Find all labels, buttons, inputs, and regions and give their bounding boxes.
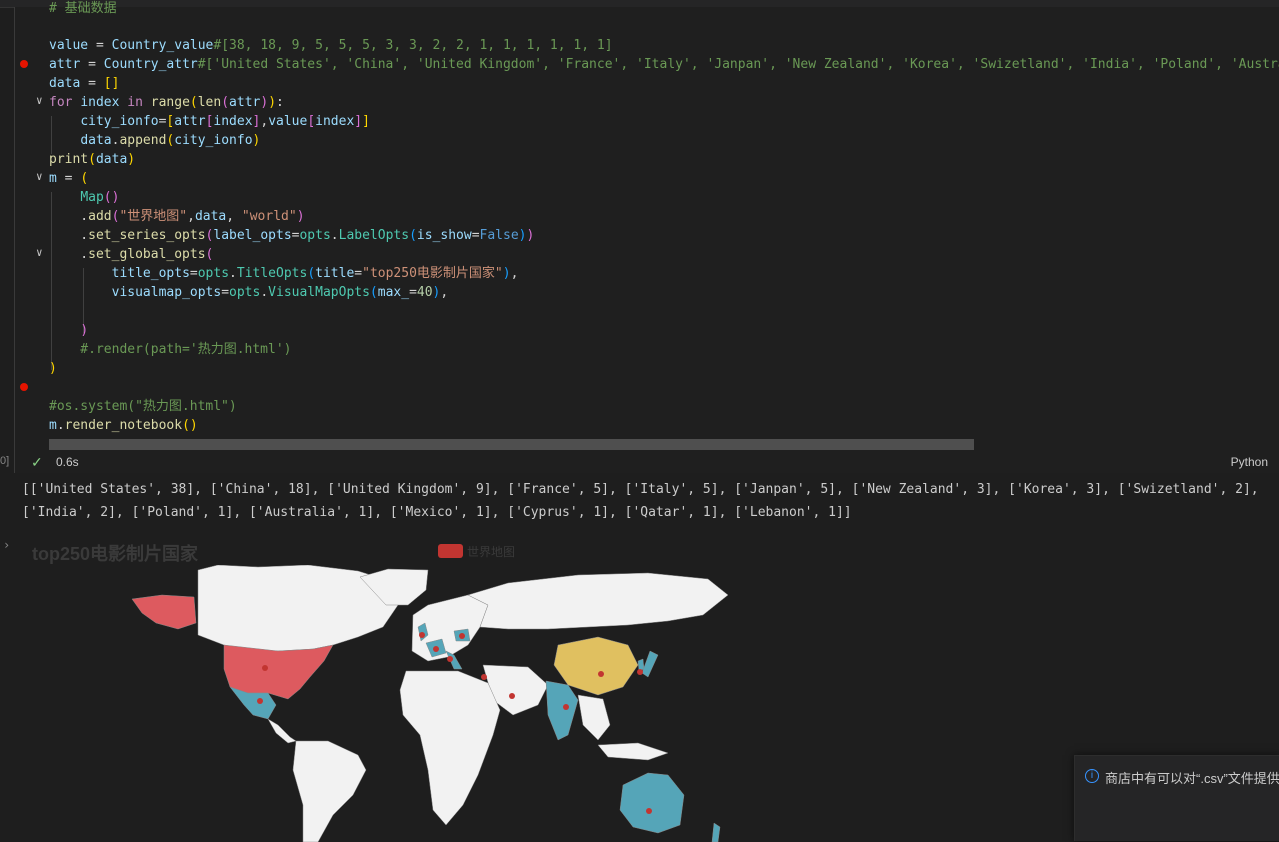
code-line: .set_global_opts(	[49, 247, 214, 262]
map-marker[interactable]	[262, 665, 268, 671]
map-region-india[interactable]	[545, 680, 579, 741]
code-line: # 基础数据	[49, 1, 117, 16]
check-icon: ✓	[31, 454, 43, 470]
code-line: attr = Country_attr#['United States', 'C…	[49, 57, 1279, 72]
map-region-new-zealand[interactable]	[711, 822, 721, 842]
code-line: title_opts=opts.TitleOpts(title="top250电…	[111, 266, 519, 281]
notification-message: 商店中有可以对“.csv”文件提供	[1105, 771, 1279, 786]
code-line: data.append(city_ionfo)	[80, 133, 261, 148]
output-line: [['United States', 38], ['China', 18], […	[22, 482, 1259, 497]
notebook-code-cell[interactable]: ∨ ∨ ∨ # 基础数据 value = Country_value#[38, …	[14, 1, 1279, 473]
map-marker[interactable]	[637, 669, 643, 675]
map-region-africa[interactable]	[399, 670, 501, 826]
code-line: print(data)	[49, 152, 136, 167]
output-collapse-icon[interactable]: ›	[3, 538, 10, 552]
breakpoint-icon[interactable]	[20, 60, 28, 68]
map-marker[interactable]	[433, 646, 439, 652]
map-marker[interactable]	[481, 674, 487, 680]
map-marker[interactable]	[459, 633, 465, 639]
cell-language[interactable]: Python	[1231, 455, 1268, 469]
code-line: value = Country_value#[38, 18, 9, 5, 5, …	[49, 38, 613, 53]
code-line: #.render(path='热力图.html')	[49, 342, 292, 357]
code-line: for index in range(len(attr)):	[49, 95, 284, 110]
map-marker[interactable]	[509, 693, 515, 699]
map-region-australia[interactable]	[619, 772, 685, 834]
code-line: )	[49, 361, 57, 376]
horizontal-scrollbar[interactable]	[49, 439, 974, 450]
map-region-indonesia[interactable]	[597, 742, 669, 761]
code-line: data = []	[49, 76, 120, 91]
map-marker[interactable]	[257, 698, 263, 704]
map-region-russia[interactable]	[467, 572, 729, 630]
code-line: Map()	[80, 190, 120, 205]
map-marker[interactable]	[563, 704, 569, 710]
fold-chevron-icon[interactable]: ∨	[36, 170, 43, 183]
breakpoint-icon[interactable]	[20, 383, 28, 391]
fold-chevron-icon[interactable]: ∨	[36, 246, 43, 259]
map-region-southeast-asia[interactable]	[577, 694, 611, 741]
fold-chevron-icon[interactable]: ∨	[36, 94, 43, 107]
code-line: #os.system("热力图.html")	[49, 399, 237, 414]
code-line: city_ionfo=[attr[index],value[index]]	[80, 114, 370, 129]
info-icon: i	[1085, 769, 1099, 783]
code-line: m.render_notebook()	[49, 418, 198, 433]
map-region-central-america[interactable]	[267, 718, 297, 744]
world-map[interactable]	[128, 565, 733, 842]
map-marker[interactable]	[447, 656, 453, 662]
chart-title: top250电影制片国家	[32, 544, 199, 564]
map-region-alaska[interactable]	[131, 594, 197, 630]
cell-status-bar: ✓ 0.6s Python	[15, 452, 1279, 473]
code-line: )	[80, 323, 89, 338]
notification-toast[interactable]: i 商店中有可以对“.csv”文件提供	[1074, 755, 1279, 841]
map-marker[interactable]	[598, 671, 604, 677]
map-marker[interactable]	[419, 632, 425, 638]
code-line: visualmap_opts=opts.VisualMapOpts(max_=4…	[111, 285, 449, 300]
cell-output: [['United States', 38], ['China', 18], […	[22, 478, 1267, 524]
map-marker[interactable]	[646, 808, 652, 814]
code-line: .add("世界地图",data, "world")	[49, 209, 305, 224]
cell-execution-count: 0]	[0, 455, 10, 467]
legend-label[interactable]: 世界地图	[467, 543, 515, 560]
map-region-south-america[interactable]	[292, 740, 367, 842]
map-region-japan[interactable]	[641, 650, 659, 678]
output-line: ['India', 2], ['Poland', 1], ['Australia…	[22, 505, 852, 520]
execution-time: 0.6s	[56, 455, 79, 469]
legend-swatch[interactable]	[438, 544, 463, 558]
code-line: m = (	[49, 171, 89, 186]
code-line: .set_series_opts(label_opts=opts.LabelOp…	[49, 228, 535, 243]
